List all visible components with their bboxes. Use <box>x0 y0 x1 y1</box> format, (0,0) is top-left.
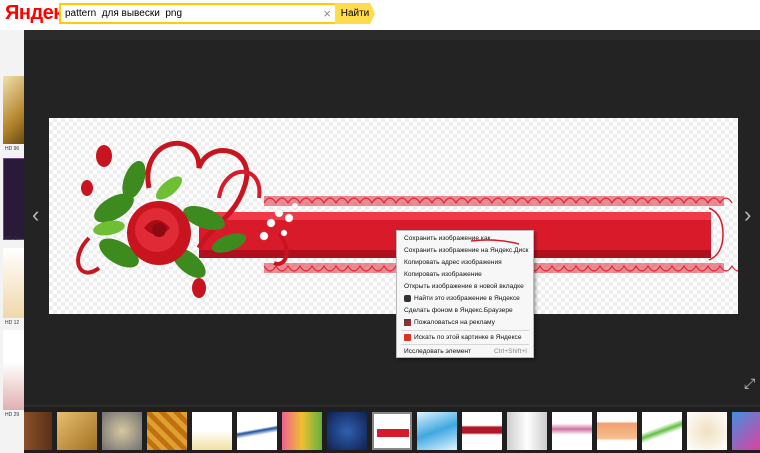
thumbnail[interactable] <box>732 412 760 450</box>
menu-item-label: Пожаловаться на рекламу <box>414 319 495 326</box>
result-size-label: НD 12 <box>5 320 20 326</box>
flag-icon <box>404 319 411 326</box>
result-size-label: НD 29 <box>5 412 20 418</box>
menu-item-set-background[interactable]: Сделать фоном в Яндекс.Браузере <box>397 305 533 316</box>
expand-icon[interactable]: ⤢ <box>744 375 755 392</box>
menu-item-label: Найти это изображение в Яндексе <box>414 295 520 302</box>
menu-item-label: Сделать фоном в Яндекс.Браузере <box>404 307 513 314</box>
menu-item-label: Копировать адрес изображения <box>404 259 502 266</box>
banner-illustration <box>76 140 738 298</box>
search-input[interactable] <box>65 6 315 21</box>
menu-item-inspect[interactable]: Исследовать элемент Ctrl+Shift+I <box>397 346 533 357</box>
camera-icon <box>404 295 411 302</box>
thumbnail[interactable] <box>24 412 52 450</box>
menu-item-open-new-tab[interactable]: Открыть изображение в новой вкладке <box>397 281 533 292</box>
menu-item-report-ad[interactable]: Пожаловаться на рекламу <box>397 317 533 328</box>
next-arrow-icon[interactable]: › <box>744 204 751 226</box>
thumbnail[interactable] <box>237 412 277 450</box>
results-sidebar: НD 96 НD 16 НD 12 НD 29 <box>0 30 26 453</box>
result-thumbnail[interactable] <box>3 158 26 240</box>
top-bar: Яндекс × Найти <box>0 0 760 30</box>
thumbnail[interactable] <box>102 412 142 450</box>
result-thumbnail[interactable] <box>3 248 24 318</box>
preview-image[interactable] <box>49 118 738 314</box>
thumbnail[interactable] <box>327 412 367 450</box>
menu-item-label: Исследовать элемент <box>404 348 472 355</box>
thumbnail[interactable] <box>417 412 457 450</box>
menu-item-label: Открыть изображение в новой вкладке <box>404 283 524 290</box>
menu-separator <box>401 344 529 345</box>
thumbnail[interactable] <box>57 412 97 450</box>
menu-item-label: Искать по этой картинке в Яндексе <box>414 334 522 341</box>
context-menu: Сохранить изображение как... Сохранить и… <box>396 230 534 358</box>
menu-item-save-to-disk[interactable]: Сохранить изображение на Яндекс.Диск <box>397 245 533 256</box>
clear-icon[interactable]: × <box>323 5 331 22</box>
result-thumbnail[interactable] <box>3 76 24 144</box>
thumbnail[interactable] <box>687 412 727 450</box>
menu-item-label: Копировать изображение <box>404 271 482 278</box>
menu-item-label: Сохранить изображение на Яндекс.Диск <box>404 247 529 254</box>
thumbnail[interactable] <box>462 412 502 450</box>
search-box[interactable]: × <box>59 3 337 24</box>
menu-item-search-by-image[interactable]: Искать по этой картинке в Яндексе <box>397 332 533 343</box>
yandex-icon <box>404 334 411 341</box>
find-button[interactable]: Найти <box>335 3 375 24</box>
menu-item-shortcut: Ctrl+Shift+I <box>494 348 527 355</box>
thumbnail[interactable] <box>147 412 187 450</box>
menu-item-find-in-yandex[interactable]: Найти это изображение в Яндексе <box>397 293 533 304</box>
thumbnail[interactable] <box>507 412 547 450</box>
menu-item-copy-image[interactable]: Копировать изображение <box>397 269 533 280</box>
menu-item-save-as[interactable]: Сохранить изображение как... <box>397 233 533 245</box>
thumbnail-selected[interactable] <box>372 412 412 450</box>
thumbnail[interactable] <box>597 412 637 450</box>
thumbnail[interactable] <box>552 412 592 450</box>
thumbnail[interactable] <box>192 412 232 450</box>
menu-separator <box>401 330 529 331</box>
result-thumbnail[interactable] <box>3 330 24 410</box>
result-size-label: НD 96 <box>5 146 20 152</box>
menu-item-copy-address[interactable]: Копировать адрес изображения <box>397 257 533 268</box>
thumbnail[interactable] <box>282 412 322 450</box>
thumbnail[interactable] <box>642 412 682 450</box>
prev-arrow-icon[interactable]: ‹ <box>32 204 39 226</box>
result-size-label: НD 16 <box>5 236 20 242</box>
